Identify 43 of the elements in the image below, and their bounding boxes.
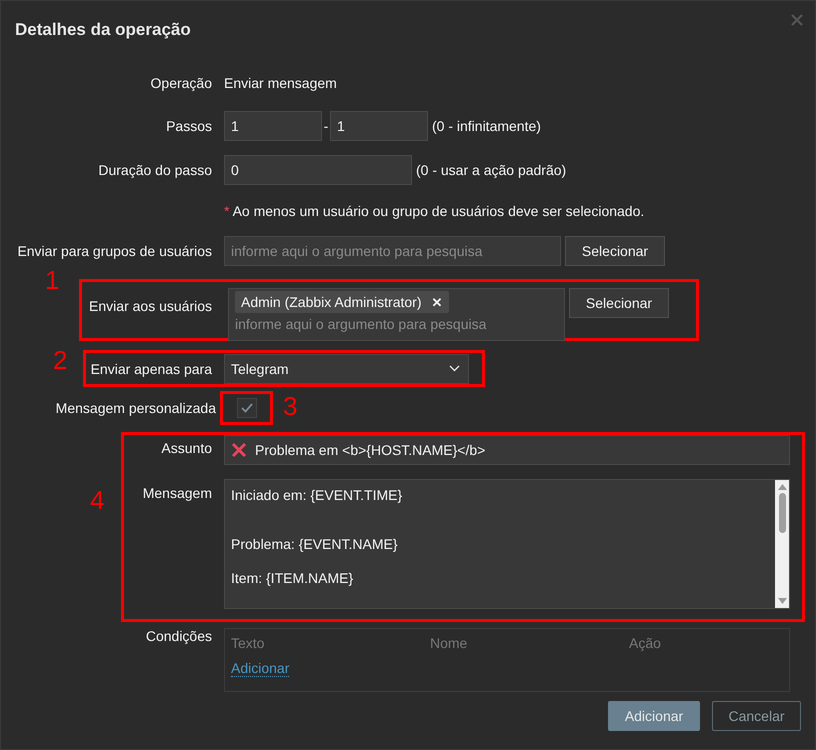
scroll-up-icon[interactable] — [778, 484, 786, 490]
column-header: Nome — [430, 635, 468, 651]
checkmark-icon — [240, 402, 254, 414]
scrollbar-thumb[interactable] — [778, 493, 786, 533]
hint-text: (0 - infinitamente) — [432, 118, 541, 134]
field-label: Enviar para grupos de usuários — [16, 243, 213, 259]
user-tag: Admin (Zabbix Administrator) ✕ — [235, 291, 449, 313]
field-label: Assunto — [160, 439, 213, 456]
field-label: Mensagem — [142, 484, 213, 501]
multiselect-field[interactable]: Admin (Zabbix Administrator) ✕ informe aqui o argumento para pesquisa — [228, 288, 565, 341]
annotation-number: 3 — [283, 393, 298, 419]
media-type-dropdown[interactable]: Telegram — [224, 354, 469, 384]
cancel-button[interactable]: Cancelar — [712, 701, 801, 731]
field-label: Enviar aos usuários — [88, 297, 213, 314]
select-button[interactable]: Selecionar — [569, 288, 669, 318]
operation-value: Enviar mensagem — [224, 75, 337, 91]
scroll-down-icon[interactable] — [778, 598, 786, 604]
remove-tag-button[interactable]: ✕ — [432, 294, 443, 310]
annotation-number: 2 — [53, 347, 68, 373]
field-label: Operação — [150, 75, 213, 91]
message-textarea[interactable]: Iniciado em: {EVENT.TIME} Problema: {EVENT.NAME} Item: {ITEM.NAME} — [224, 479, 790, 609]
step-duration-field[interactable]: 0 — [224, 155, 412, 185]
hint-text: (0 - usar a ação padrão) — [416, 162, 566, 178]
column-header: Ação — [629, 635, 661, 651]
required-note: * Ao menos um usuário ou grupo de usuários deve ser selecionado. — [224, 203, 644, 219]
subject-field[interactable]: Problema em <b>{HOST.NAME}</b> — [224, 435, 790, 465]
range-separator: - — [322, 118, 330, 134]
annotation-number: 4 — [90, 487, 104, 513]
chevron-down-icon — [449, 365, 460, 372]
field-label: Passos — [165, 118, 213, 134]
field-label: Duração do passo — [97, 162, 213, 178]
add-condition-link[interactable]: Adicionar — [231, 660, 290, 677]
select-button[interactable]: Selecionar — [565, 236, 665, 266]
annotation-number: 1 — [45, 267, 60, 293]
scrollbar[interactable] — [775, 480, 789, 608]
step-from-field[interactable]: 1 — [224, 111, 322, 141]
column-header: Texto — [231, 635, 266, 651]
close-icon[interactable] — [791, 14, 803, 26]
dialog-title: Detalhes da operação — [15, 20, 191, 40]
field-label: Condições — [144, 628, 213, 644]
field-label: Mensagem personalizada — [54, 400, 217, 416]
step-to-field[interactable]: 1 — [330, 111, 428, 141]
field-label: Enviar apenas para — [90, 360, 213, 376]
